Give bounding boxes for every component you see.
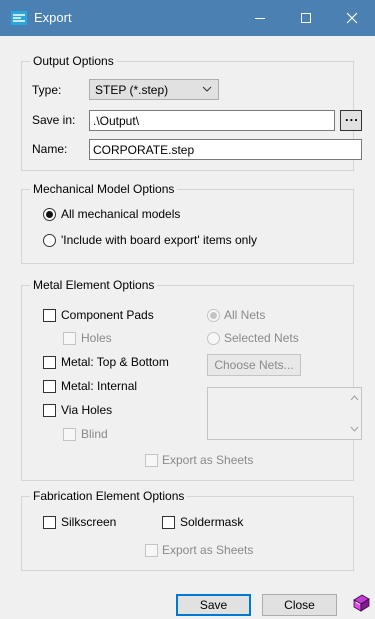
help-book-icon[interactable]	[350, 592, 372, 614]
type-combobox[interactable]: STEP (*.step)	[89, 79, 219, 100]
blind-checkbox[interactable]	[63, 428, 76, 441]
type-label: Type:	[32, 83, 62, 97]
component-pads-label[interactable]: Component Pads	[61, 307, 154, 323]
close-button[interactable]: Close	[262, 594, 337, 616]
mechanical-options-title: Mechanical Model Options	[30, 181, 178, 197]
fab-export-sheets-label: Export as Sheets	[162, 543, 254, 557]
silkscreen-checkbox[interactable]	[43, 516, 56, 529]
close-window-button[interactable]	[329, 0, 375, 36]
all-nets-label: All Nets	[224, 308, 266, 322]
save-in-input[interactable]: .\Output\	[89, 110, 335, 131]
include-only-label[interactable]: 'Include with board export' items only	[61, 232, 257, 248]
metal-export-sheets-checkbox[interactable]	[145, 454, 158, 467]
all-nets-radio[interactable]	[207, 309, 220, 322]
via-holes-checkbox[interactable]	[43, 404, 56, 417]
name-label: Name:	[32, 142, 68, 156]
maximize-icon	[301, 13, 311, 23]
component-pads-checkbox[interactable]	[43, 309, 56, 322]
fabrication-options-title: Fabrication Element Options	[30, 488, 188, 504]
name-input[interactable]: CORPORATE.step	[89, 139, 362, 160]
fabrication-options-group: Fabrication Element Options	[21, 488, 354, 571]
scroll-down-icon[interactable]	[350, 426, 359, 432]
internal-label[interactable]: Metal: Internal	[61, 378, 137, 394]
all-models-label[interactable]: All mechanical models	[61, 206, 180, 222]
scroll-up-icon[interactable]	[350, 395, 359, 401]
mechanical-options-group: Mechanical Model Options	[21, 181, 354, 264]
minimize-button[interactable]	[237, 0, 283, 36]
internal-checkbox[interactable]	[43, 380, 56, 393]
via-holes-label[interactable]: Via Holes	[61, 402, 112, 418]
save-in-value: .\Output\	[93, 114, 140, 128]
choose-nets-button[interactable]: Choose Nets...	[207, 354, 301, 376]
metal-options-title: Metal Element Options	[30, 277, 158, 293]
silkscreen-label[interactable]: Silkscreen	[61, 514, 116, 530]
selected-nets-label: Selected Nets	[224, 331, 299, 345]
top-bottom-checkbox[interactable]	[43, 356, 56, 369]
browse-label: ...	[345, 109, 359, 124]
metal-export-sheets-label: Export as Sheets	[162, 453, 254, 467]
selected-nets-radio[interactable]	[207, 332, 220, 345]
holes-checkbox[interactable]	[63, 332, 76, 345]
blind-label: Blind	[81, 427, 108, 441]
soldermask-checkbox[interactable]	[162, 516, 175, 529]
maximize-button[interactable]	[283, 0, 329, 36]
top-bottom-label[interactable]: Metal: Top & Bottom	[61, 354, 169, 370]
save-button[interactable]: Save	[176, 594, 251, 616]
output-options-title: Output Options	[30, 53, 117, 69]
close-icon	[346, 12, 358, 24]
save-in-label: Save in:	[32, 113, 76, 127]
browse-button[interactable]: ...	[340, 109, 362, 131]
window-title: Export	[34, 10, 72, 25]
fab-export-sheets-checkbox[interactable]	[145, 544, 158, 557]
chevron-down-icon	[202, 86, 212, 92]
soldermask-label[interactable]: Soldermask	[180, 514, 243, 530]
include-only-radio[interactable]	[43, 234, 56, 247]
nets-listbox[interactable]	[207, 387, 362, 440]
holes-label: Holes	[81, 331, 112, 345]
type-value: STEP (*.step)	[95, 83, 169, 97]
all-models-radio[interactable]	[43, 208, 56, 221]
title-bar[interactable]: Export	[0, 0, 375, 36]
name-value: CORPORATE.step	[93, 143, 195, 157]
minimize-icon	[255, 18, 265, 19]
export-icon	[11, 11, 27, 25]
